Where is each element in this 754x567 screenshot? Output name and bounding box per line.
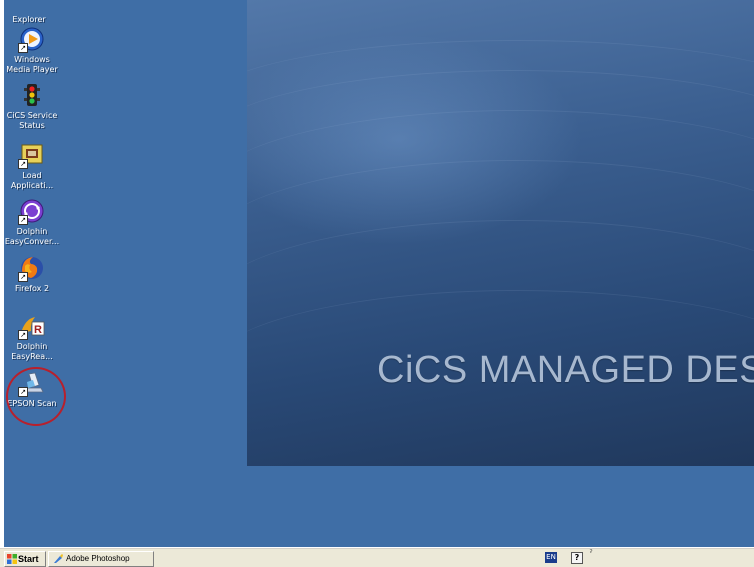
desktop-icon-label: Firefox 2 — [14, 284, 50, 293]
internet-explorer-icon — [16, 0, 42, 12]
desktop-icon-label: Dolphin EasyRea... — [11, 342, 53, 361]
taskbar-item-adobe-photoshop[interactable]: Adobe Photoshop — [48, 551, 154, 567]
dolphin-easyreader-icon: R ↗ — [18, 313, 45, 340]
wallpaper: CiCS MANAGED DES — [247, 0, 754, 466]
dolphin-easyconverter-icon: ↗ — [18, 198, 45, 225]
desktop: CiCS MANAGED DES Explorer ↗ Windows Medi… — [4, 0, 754, 547]
desktop-icon-load-applications[interactable]: ↗ Load Applicati... — [4, 142, 61, 191]
desktop-icon-dolphin-easyconverter[interactable]: ↗ Dolphin EasyConver... — [4, 198, 61, 247]
desktop-icon-windows-media-player[interactable]: ↗ Windows Media Player — [4, 26, 61, 75]
windows-flag-icon — [7, 554, 17, 564]
svg-text:R: R — [34, 324, 42, 336]
shortcut-arrow-icon: ↗ — [18, 330, 28, 340]
firefox-icon: ↗ — [18, 255, 45, 282]
shortcut-arrow-icon: ↗ — [18, 43, 28, 53]
desktop-icon-label: Windows Media Player — [6, 55, 58, 74]
desktop-icon-label: Dolphin EasyConver... — [4, 227, 60, 246]
language-indicator[interactable]: EN — [545, 552, 557, 563]
taskbar: Start Adobe Photoshop EN ? ˀ — [0, 547, 754, 567]
desktop-icon-label: CiCS Service Status — [6, 111, 58, 130]
shortcut-arrow-icon: ↗ — [18, 215, 28, 225]
windows-media-player-icon: ↗ — [18, 26, 45, 53]
desktop-icon-cics-service-status[interactable]: CiCS Service Status — [4, 82, 61, 131]
start-label: Start — [18, 554, 39, 564]
traffic-light-icon — [19, 82, 45, 108]
shortcut-arrow-icon: ↗ — [18, 272, 28, 282]
desktop-icon-label: Explorer — [12, 15, 46, 24]
highlight-circle — [6, 367, 66, 426]
photoshop-icon — [54, 554, 63, 563]
desktop-icon-label: Load Applicati... — [10, 171, 54, 190]
load-application-icon: ↗ — [18, 142, 45, 169]
start-button[interactable]: Start — [4, 551, 46, 567]
taskbar-item-label: Adobe Photoshop — [66, 554, 130, 563]
desktop-icon-firefox[interactable]: ↗ Firefox 2 — [4, 255, 61, 294]
shortcut-arrow-icon: ↗ — [18, 159, 28, 169]
desktop-icon-dolphin-easyreader[interactable]: R ↗ Dolphin EasyRea... — [4, 313, 61, 362]
wallpaper-title: CiCS MANAGED DES — [377, 349, 754, 391]
tray-pin-icon[interactable]: ˀ — [587, 550, 595, 563]
desktop-icon-explorer[interactable]: Explorer — [4, 0, 58, 25]
help-icon[interactable]: ? — [571, 552, 583, 564]
